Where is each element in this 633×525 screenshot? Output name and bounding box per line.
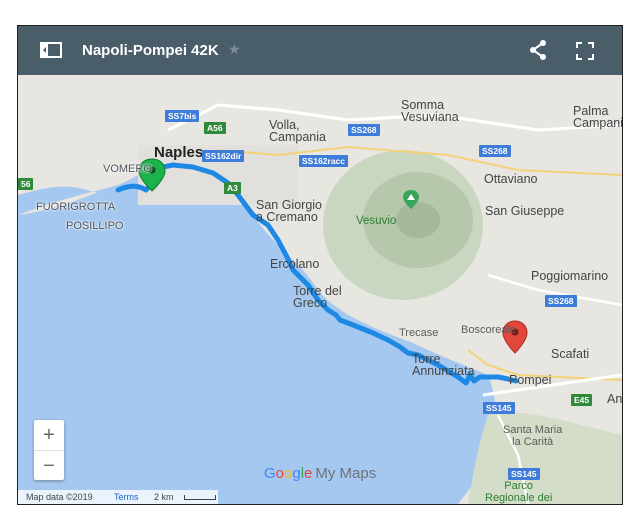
district-posillipo: POSILLIPO [66, 220, 124, 232]
shield-a56-left: 56 [18, 178, 34, 190]
place-torre-greco: Torre del Greco [293, 284, 342, 310]
place-santa-maria: Santa Maria la Carità [503, 424, 563, 448]
map-data-attribution: Map data ©2019 [26, 492, 93, 502]
place-torre-annunziata: Torre Annunziata [412, 352, 475, 378]
place-volla: Volla, Campania [269, 118, 326, 144]
shield-ss162racc: SS162racc [299, 155, 349, 167]
zoom-out-button[interactable]: − [34, 450, 64, 481]
google-mymaps-logo: Google My Maps [264, 465, 377, 482]
place-naples: Naples [154, 144, 204, 161]
place-ercolano: Ercolano [270, 257, 320, 271]
district-vomero: VOMERO [103, 163, 152, 175]
place-boscoreale: Boscoreale [461, 324, 517, 336]
place-trecase: Trecase [399, 327, 439, 339]
map-footer: Map data ©2019 Terms 2 km [18, 490, 218, 504]
place-somma: Somma Vesuviana [401, 98, 459, 124]
place-vesuvio: Vesuvio [356, 215, 397, 227]
place-san-giuseppe: San Giuseppe [485, 204, 565, 218]
shield-e45: E45 [571, 394, 593, 406]
district-fuorigrotta: FUORIGROTTA [36, 201, 116, 213]
place-san-giorgio: San Giorgio a Cremano [256, 198, 323, 224]
place-scafati: Scafati [551, 347, 590, 361]
map-title: Napoli-Pompei 42K [82, 42, 219, 59]
fullscreen-icon[interactable] [575, 41, 595, 61]
shield-ss268-c: SS268 [545, 295, 577, 307]
header-bar: Napoli-Pompei 42K ★ [18, 26, 622, 75]
star-icon[interactable]: ★ [228, 41, 241, 58]
sidebar-toggle-icon[interactable] [40, 42, 62, 58]
shield-ss268-b: SS268 [479, 145, 511, 157]
scale-label: 2 km [154, 492, 174, 502]
zoom-in-button[interactable]: + [34, 420, 64, 450]
map-canvas[interactable]: Naples Volla, Campania Somma Vesuviana O… [18, 75, 622, 504]
place-an: An [607, 392, 623, 406]
shield-ss268-a: SS268 [348, 124, 380, 136]
zoom-control: + − [34, 420, 64, 480]
scale-bar [184, 495, 216, 500]
place-parco: Parco Regionale dei Monti Lattari [485, 480, 553, 504]
terms-link[interactable]: Terms [114, 490, 139, 504]
map-frame: Napoli-Pompei 42K ★ Naples Volla, Campan… [17, 25, 623, 505]
place-ottaviano: Ottaviano [484, 172, 538, 186]
share-icon[interactable] [528, 39, 548, 61]
place-pompei: Pompei [509, 373, 552, 387]
shield-ss145-b: SS145 [508, 468, 540, 480]
shield-ss162dir: SS162dir [202, 150, 245, 162]
shield-ss7bis: SS7bis [165, 110, 200, 122]
place-palma: Palma Campania [573, 104, 623, 130]
shield-a3: A3 [224, 182, 241, 194]
shield-ss145-a: SS145 [483, 402, 515, 414]
place-poggiomarino: Poggiomarino [531, 269, 609, 283]
shield-a56: A56 [204, 122, 226, 134]
